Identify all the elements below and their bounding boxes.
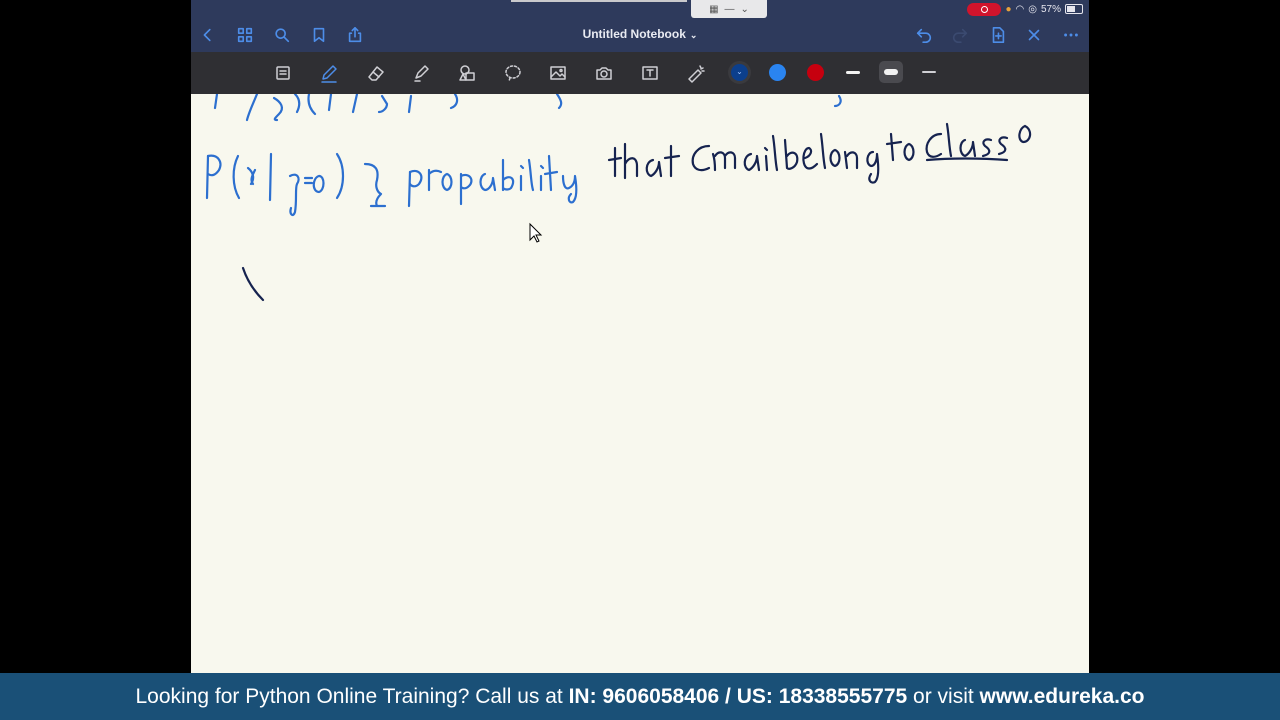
- undo-icon: [916, 28, 932, 44]
- location-icon: ◎: [1028, 3, 1037, 15]
- close-toolbar-button[interactable]: [1023, 24, 1045, 46]
- more-button[interactable]: [1060, 24, 1082, 46]
- document-scan-icon: [276, 66, 290, 80]
- share-button[interactable]: [344, 24, 366, 46]
- bookmark-icon: [313, 27, 325, 43]
- tool-text[interactable]: [637, 60, 663, 86]
- partially-visible-ink-line: [213, 94, 842, 122]
- recording-indicator-strip: [511, 0, 687, 2]
- picture-in-picture-handle[interactable]: ▦ — ⌄: [691, 0, 767, 18]
- stroke-width-medium[interactable]: [879, 61, 903, 83]
- image-icon: [550, 66, 566, 80]
- add-page-icon: [992, 26, 1005, 44]
- tool-camera[interactable]: [591, 60, 617, 86]
- pen-off-icon: [1028, 29, 1040, 41]
- stroke-width-thin[interactable]: [841, 61, 865, 83]
- status-bar: ● ◠ ◎ 57%: [967, 1, 1083, 17]
- banner-text-intro: Looking for Python Online Training? Call…: [135, 684, 569, 708]
- ipad-screen: ▦ — ⌄ ● ◠ ◎ 57% Untitled Notebook ⌄ ⌄: [191, 0, 1089, 673]
- color-swatch-blue[interactable]: [769, 64, 786, 81]
- tool-pen[interactable]: [316, 60, 342, 86]
- bookmark-button[interactable]: [308, 24, 330, 46]
- chevron-left-icon: [203, 28, 211, 42]
- more-icon: [1064, 33, 1078, 37]
- stroke-width-thick[interactable]: [917, 61, 941, 83]
- handwriting-layer: [205, 94, 1032, 302]
- chevron-down-icon: ⌄: [736, 67, 743, 76]
- tool-lasso-select[interactable]: [270, 60, 296, 86]
- laser-pointer-icon: [688, 65, 705, 83]
- redo-button[interactable]: [949, 24, 971, 46]
- battery-icon: [1065, 4, 1083, 14]
- handwriting-line-class-0: [205, 122, 1032, 302]
- tool-eraser[interactable]: [363, 60, 389, 86]
- highlighter-icon: [414, 65, 429, 82]
- tool-lasso[interactable]: [500, 60, 526, 86]
- shapes-icon: [459, 65, 475, 81]
- notebook-page-canvas[interactable]: [191, 94, 1089, 673]
- document-title-label: Untitled Notebook: [582, 27, 686, 41]
- banner-phone-numbers: IN: 9606058406 / US: 18338555775: [568, 684, 908, 708]
- color-swatch-dark-blue[interactable]: ⌄: [731, 64, 748, 81]
- pen-icon: [321, 65, 337, 83]
- promo-banner[interactable]: Looking for Python Online Training? Call…: [0, 673, 1280, 720]
- banner-website-link[interactable]: www.edureka.co: [980, 685, 1145, 709]
- chevron-down-icon: ⌄: [740, 3, 749, 15]
- add-page-button[interactable]: [987, 24, 1009, 46]
- tool-highlighter[interactable]: [408, 60, 434, 86]
- share-icon: [348, 26, 362, 43]
- chevron-down-icon: ⌄: [689, 30, 698, 40]
- banner-text-visit: or visit: [907, 684, 980, 708]
- grid-icon: [237, 27, 253, 43]
- text-icon: [642, 66, 658, 80]
- lasso-icon: [505, 65, 521, 82]
- back-button[interactable]: [197, 24, 219, 46]
- redo-icon: [952, 28, 968, 44]
- eraser-icon: [368, 66, 384, 81]
- top-navigation-bar: ▦ — ⌄ ● ◠ ◎ 57% Untitled Notebook ⌄: [191, 0, 1089, 52]
- wifi-icon: ◠: [1015, 3, 1025, 15]
- undo-button[interactable]: [913, 24, 935, 46]
- camera-icon: [596, 67, 612, 80]
- screen-recording-badge[interactable]: [967, 2, 1002, 16]
- dot-icon: ●: [1005, 3, 1012, 15]
- tool-laser-pointer[interactable]: [683, 60, 709, 86]
- minimize-icon: —: [724, 3, 735, 15]
- color-swatch-red[interactable]: [807, 64, 824, 81]
- grid-icon: ▦: [709, 3, 719, 15]
- mouse-cursor: [529, 222, 543, 243]
- battery-percent: 57%: [1040, 3, 1061, 15]
- search-button[interactable]: [271, 24, 293, 46]
- record-icon: [980, 5, 988, 13]
- tool-shapes[interactable]: [454, 60, 480, 86]
- search-icon: [275, 28, 290, 43]
- thumbnails-button[interactable]: [234, 24, 256, 46]
- tool-image[interactable]: [545, 60, 571, 86]
